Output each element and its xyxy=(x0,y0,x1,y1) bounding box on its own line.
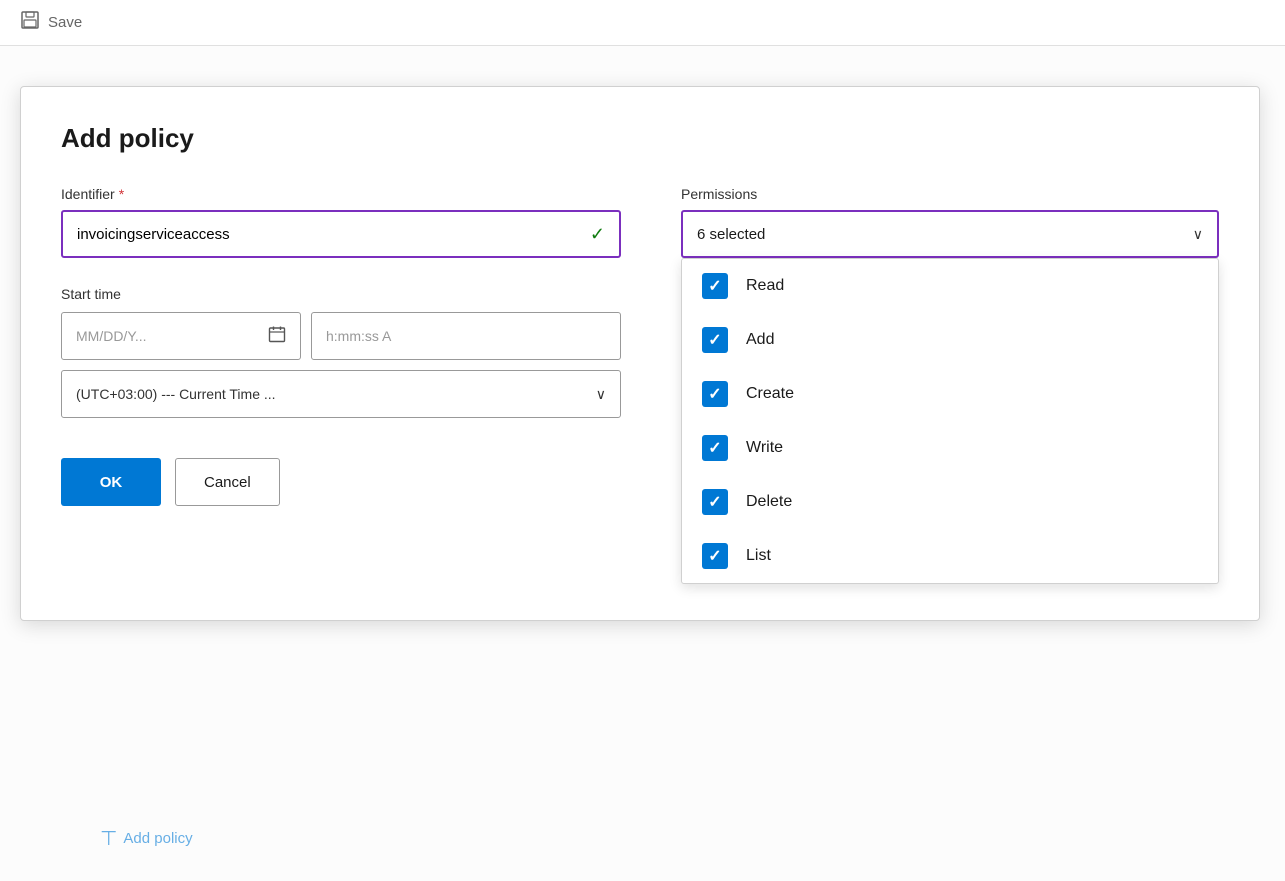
timezone-select[interactable]: (UTC+03:00) --- Current Time ... ∨ xyxy=(61,370,621,418)
permission-add-label: Add xyxy=(746,331,774,349)
identifier-input-box[interactable]: ✓ xyxy=(61,210,621,258)
time-placeholder: h:mm:ss A xyxy=(326,328,391,344)
identifier-input[interactable] xyxy=(77,226,590,243)
permissions-select[interactable]: 6 selected ∨ xyxy=(681,210,1219,258)
time-inputs-row: MM/DD/Y... h:mm:ss A xyxy=(61,312,621,360)
checkbox-write[interactable] xyxy=(702,435,728,461)
permissions-dropdown: Read Add Create Write xyxy=(681,258,1219,584)
permissions-selected-text: 6 selected xyxy=(697,226,765,243)
permission-item-list[interactable]: List xyxy=(682,529,1218,583)
required-indicator: * xyxy=(119,186,124,202)
modal-dialog: Add policy Identifier * ✓ Start time xyxy=(20,86,1260,621)
toolbar: Save xyxy=(0,0,1285,46)
permission-item-create[interactable]: Create xyxy=(682,367,1218,421)
form-row: Identifier * ✓ Start time MM/DD/Y... xyxy=(61,186,1219,584)
save-label: Save xyxy=(48,14,82,31)
valid-checkmark-icon: ✓ xyxy=(590,224,605,245)
date-input[interactable]: MM/DD/Y... xyxy=(61,312,301,360)
permission-delete-label: Delete xyxy=(746,493,792,511)
permissions-chevron-icon: ∨ xyxy=(1193,226,1203,243)
modal-overlay: Add policy Identifier * ✓ Start time xyxy=(0,46,1285,881)
checkbox-create[interactable] xyxy=(702,381,728,407)
permission-item-add[interactable]: Add xyxy=(682,313,1218,367)
form-right-column: Permissions 6 selected ∨ Read Add xyxy=(681,186,1219,584)
checkbox-list[interactable] xyxy=(702,543,728,569)
permission-read-label: Read xyxy=(746,277,784,295)
page-background: ⊤ Add policy Add policy Identifier * ✓ xyxy=(0,46,1285,881)
timezone-value: (UTC+03:00) --- Current Time ... xyxy=(76,386,276,402)
cancel-button[interactable]: Cancel xyxy=(175,458,280,506)
buttons-row: OK Cancel xyxy=(61,458,621,506)
permission-item-read[interactable]: Read xyxy=(682,259,1218,313)
permission-write-label: Write xyxy=(746,439,783,457)
start-time-label: Start time xyxy=(61,286,621,302)
time-input[interactable]: h:mm:ss A xyxy=(311,312,621,360)
save-icon xyxy=(20,10,40,35)
permissions-label: Permissions xyxy=(681,186,1219,202)
timezone-chevron-icon: ∨ xyxy=(596,386,606,403)
form-left-column: Identifier * ✓ Start time MM/DD/Y... xyxy=(61,186,621,506)
identifier-label: Identifier * xyxy=(61,186,621,202)
permission-item-write[interactable]: Write xyxy=(682,421,1218,475)
permission-item-delete[interactable]: Delete xyxy=(682,475,1218,529)
checkbox-add[interactable] xyxy=(702,327,728,353)
permission-list-label: List xyxy=(746,547,771,565)
ok-button[interactable]: OK xyxy=(61,458,161,506)
calendar-icon xyxy=(268,325,286,348)
checkbox-read[interactable] xyxy=(702,273,728,299)
date-placeholder: MM/DD/Y... xyxy=(76,328,147,344)
permission-create-label: Create xyxy=(746,385,794,403)
checkbox-delete[interactable] xyxy=(702,489,728,515)
modal-title: Add policy xyxy=(61,123,1219,154)
